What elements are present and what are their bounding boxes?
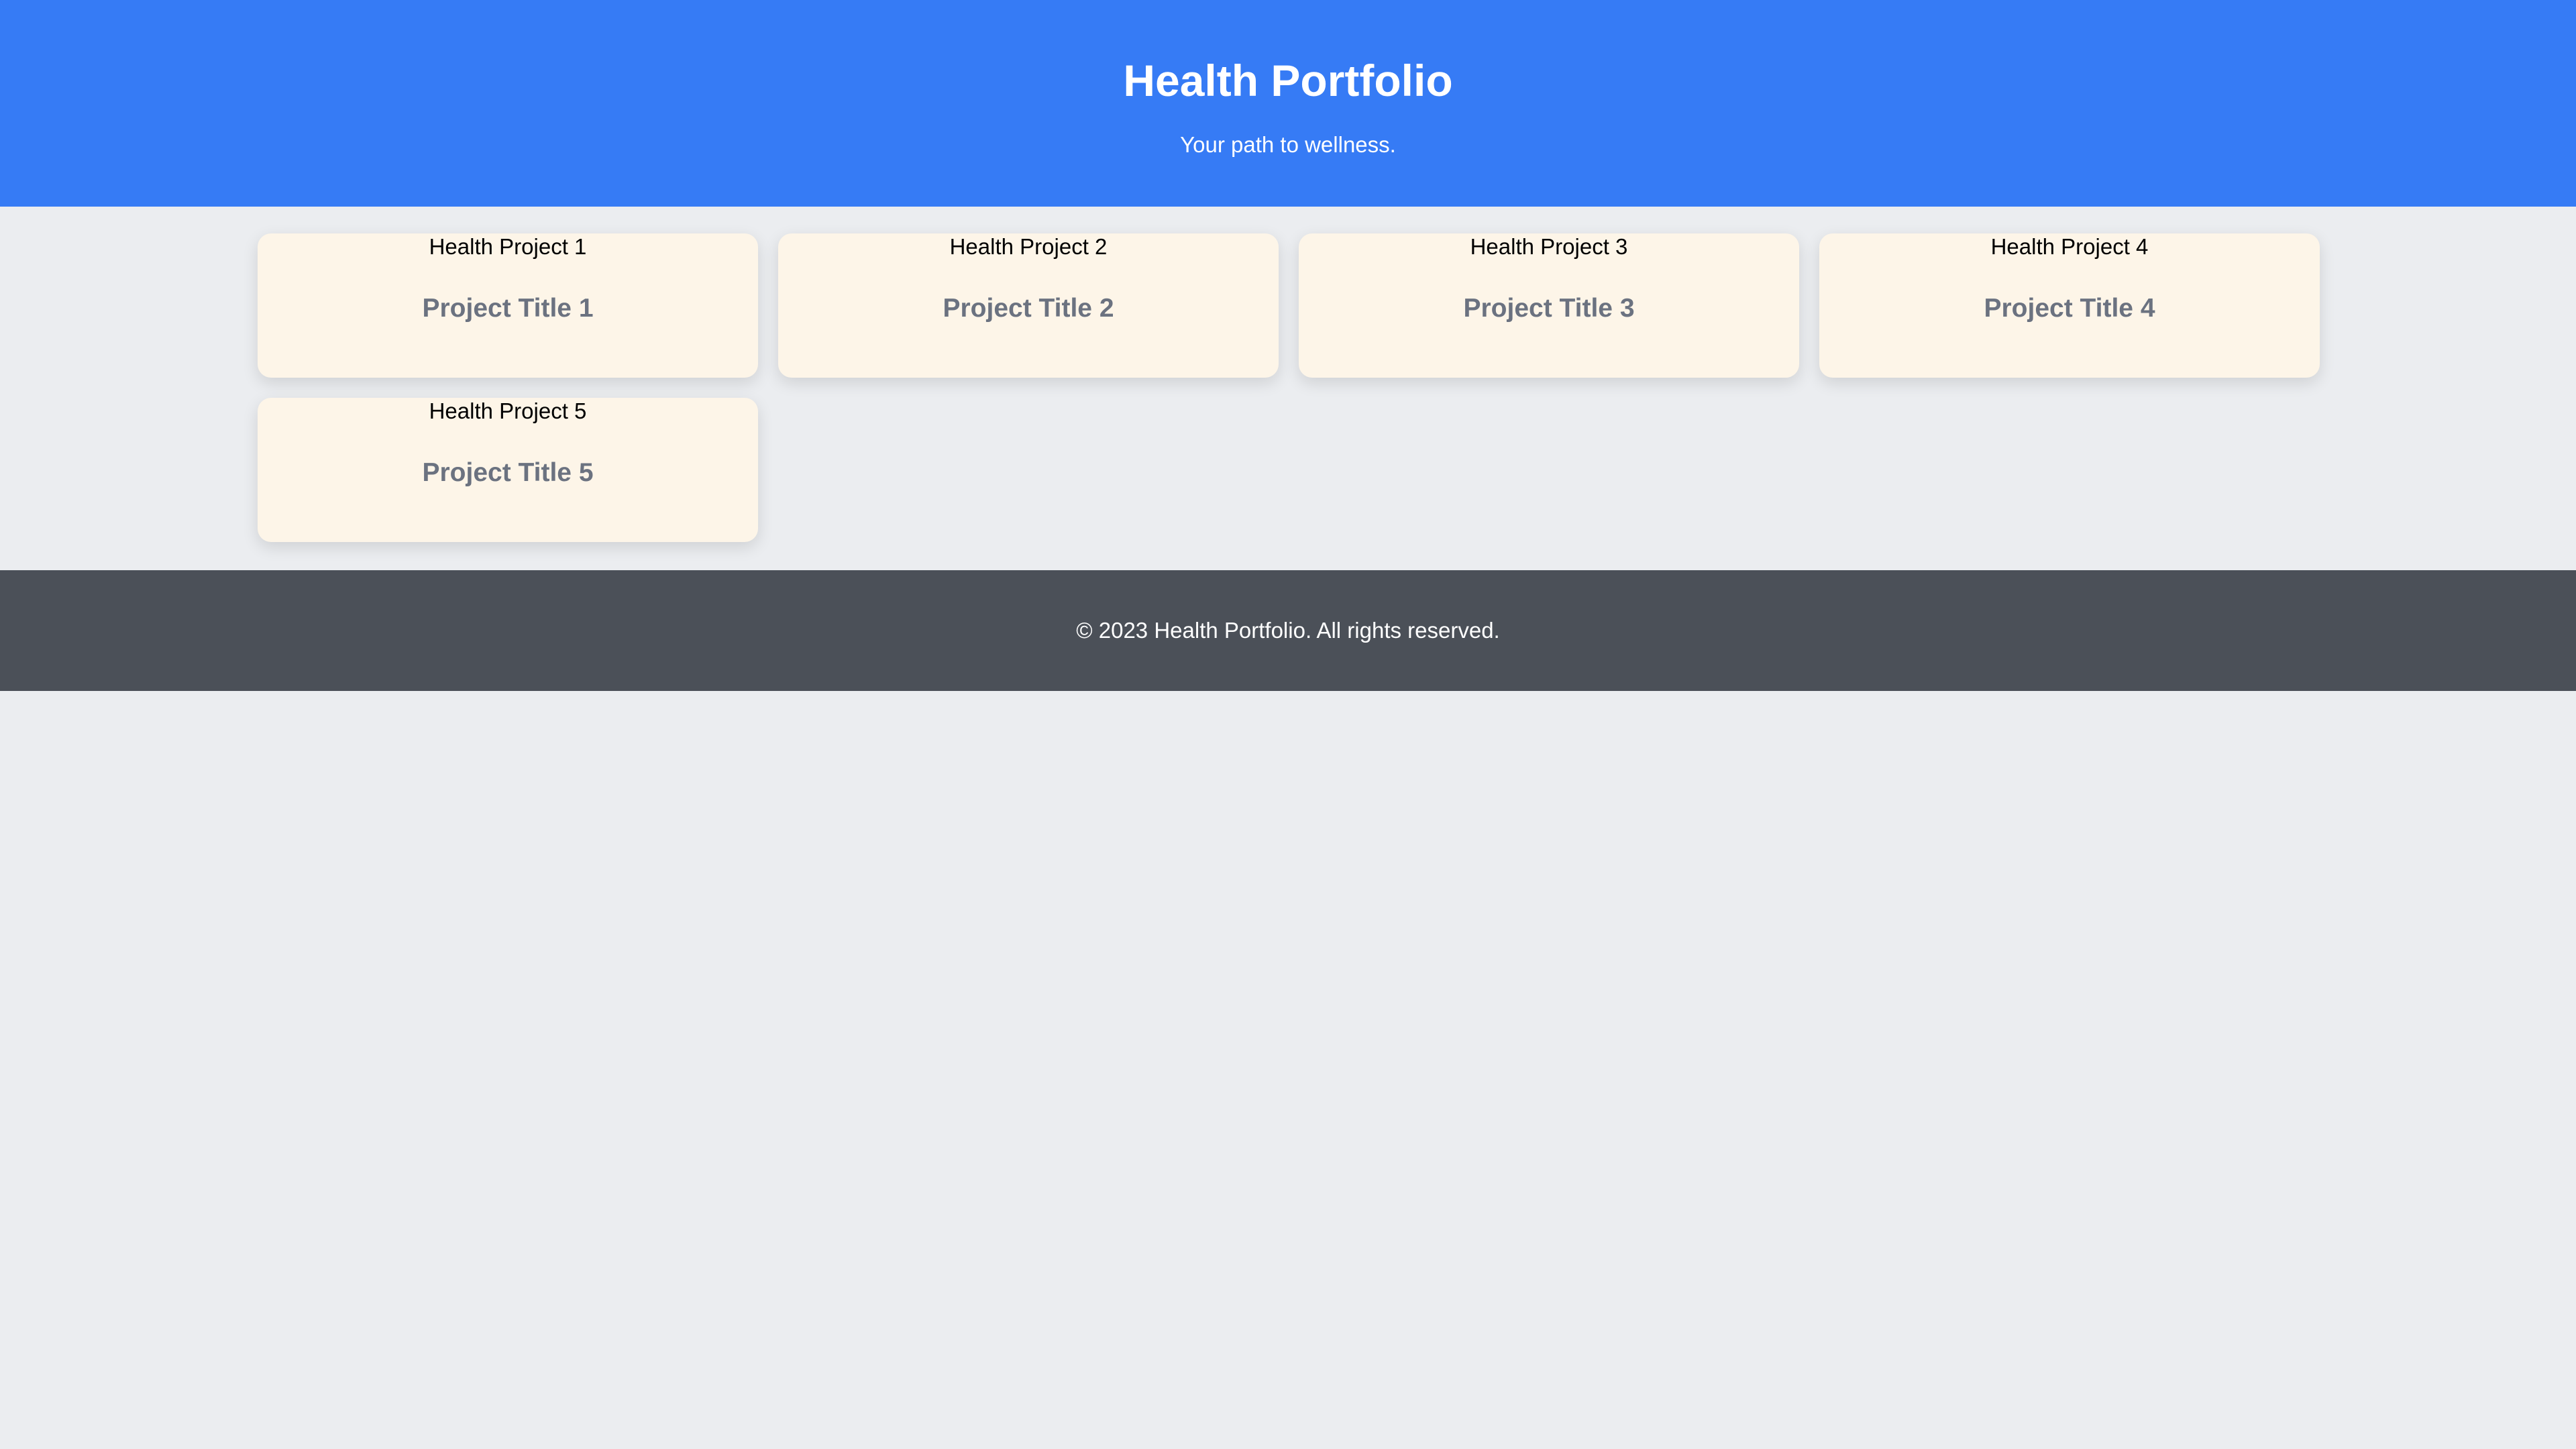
- project-card[interactable]: Health Project 1 Project Title 1: [258, 233, 758, 378]
- site-header: Health Portfolio Your path to wellness.: [0, 0, 2576, 207]
- project-card[interactable]: Health Project 4 Project Title 4: [1819, 233, 2320, 378]
- project-title: Project Title 2: [943, 294, 1114, 323]
- project-image-broken: Health Project 4: [1990, 234, 2149, 259]
- project-card[interactable]: Health Project 2 Project Title 2: [778, 233, 1279, 378]
- project-grid: Health Project 1 Project Title 1 Health …: [258, 233, 2320, 542]
- project-card[interactable]: Health Project 5 Project Title 5: [258, 398, 758, 542]
- project-image-broken: Health Project 1: [429, 234, 587, 259]
- site-footer: © 2023 Health Portfolio. All rights rese…: [0, 570, 2576, 691]
- project-title: Project Title 4: [1984, 294, 2155, 323]
- project-title: Project Title 3: [1463, 294, 1635, 323]
- project-image-broken: Health Project 2: [949, 234, 1108, 259]
- project-image-broken: Health Project 3: [1470, 234, 1628, 259]
- site-tagline: Your path to wellness.: [1180, 132, 1396, 157]
- project-title: Project Title 5: [422, 458, 594, 487]
- site-title: Health Portfolio: [1123, 56, 1453, 105]
- footer-copyright: © 2023 Health Portfolio. All rights rese…: [1076, 618, 1500, 643]
- project-image-broken: Health Project 5: [429, 398, 587, 423]
- project-title: Project Title 1: [422, 294, 594, 323]
- project-card[interactable]: Health Project 3 Project Title 3: [1299, 233, 1799, 378]
